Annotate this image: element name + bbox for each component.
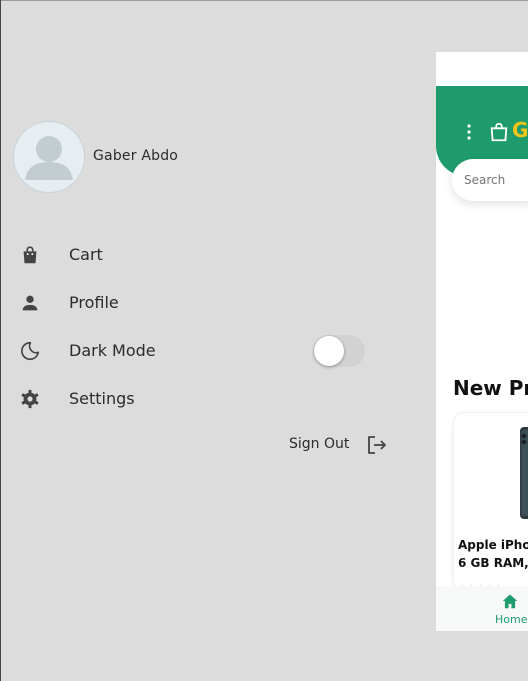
menu-item-label: Cart (69, 245, 103, 264)
product-title-line: Apple iPhon (458, 538, 528, 552)
menu-item-profile[interactable]: Profile (1, 283, 401, 323)
nav-item-label: Home (495, 613, 528, 626)
phone-product-image (520, 427, 528, 519)
moon-icon (21, 341, 40, 361)
avatar[interactable] (13, 121, 85, 193)
shopping-bag-icon (23, 246, 37, 264)
logout-icon (368, 436, 386, 454)
app-home-preview[interactable]: G New Pro Apple iPhon 6 GB RAM, P ★★★★★ … (436, 52, 528, 631)
brand-logo-text: G (512, 118, 528, 142)
nav-item-home[interactable]: Home (492, 591, 528, 627)
product-card[interactable]: Apple iPhon 6 GB RAM, P ★★★★★ (453, 412, 528, 594)
section-title: New Pro (453, 376, 528, 400)
menu-item-label: Profile (69, 293, 119, 312)
menu-item-settings[interactable]: Settings (1, 379, 401, 419)
toggle-thumb (314, 336, 344, 366)
sign-out-button[interactable]: Sign Out (289, 431, 389, 459)
product-title: Apple iPhon 6 GB RAM, P (458, 536, 528, 572)
product-title-line: 6 GB RAM, P (458, 556, 528, 570)
bottom-navigation: Home (436, 586, 528, 631)
search-bar[interactable] (452, 159, 528, 201)
sign-out-label: Sign Out (289, 436, 350, 452)
person-icon (22, 295, 38, 311)
shopping-bag-icon (490, 122, 508, 142)
search-input[interactable] (462, 169, 528, 191)
navigation-drawer: Gaber Abdo Cart Profile Dark Mode Settin… (1, 1, 421, 681)
menu-item-label: Settings (69, 389, 135, 408)
more-vertical-icon[interactable] (466, 124, 472, 140)
dark-mode-toggle[interactable] (313, 335, 365, 367)
menu-item-cart[interactable]: Cart (1, 235, 401, 275)
user-name: Gaber Abdo (93, 148, 179, 164)
menu-item-label: Dark Mode (69, 341, 156, 360)
gear-icon (21, 389, 39, 409)
home-icon (502, 594, 518, 609)
person-placeholder-icon (25, 136, 73, 180)
